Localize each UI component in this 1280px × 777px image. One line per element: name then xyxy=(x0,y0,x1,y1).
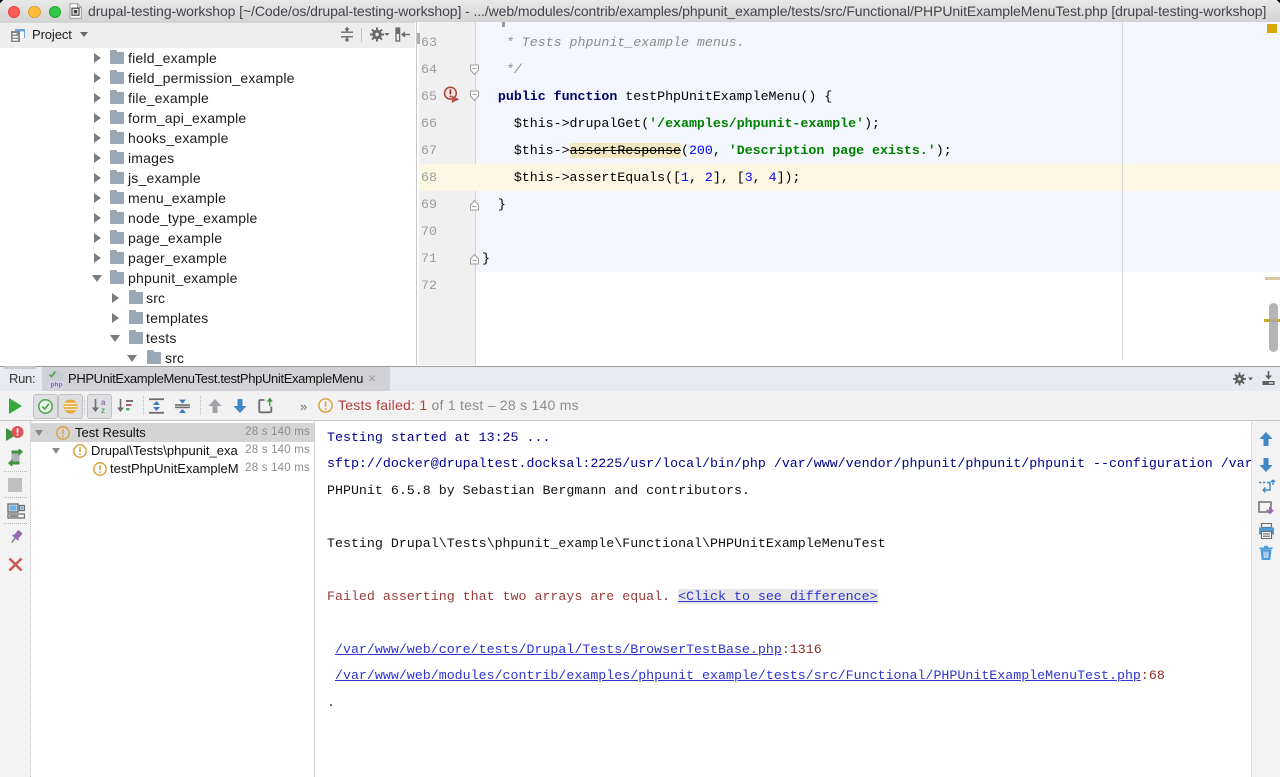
svg-text:z: z xyxy=(101,406,105,414)
svg-text:php: php xyxy=(51,382,63,388)
